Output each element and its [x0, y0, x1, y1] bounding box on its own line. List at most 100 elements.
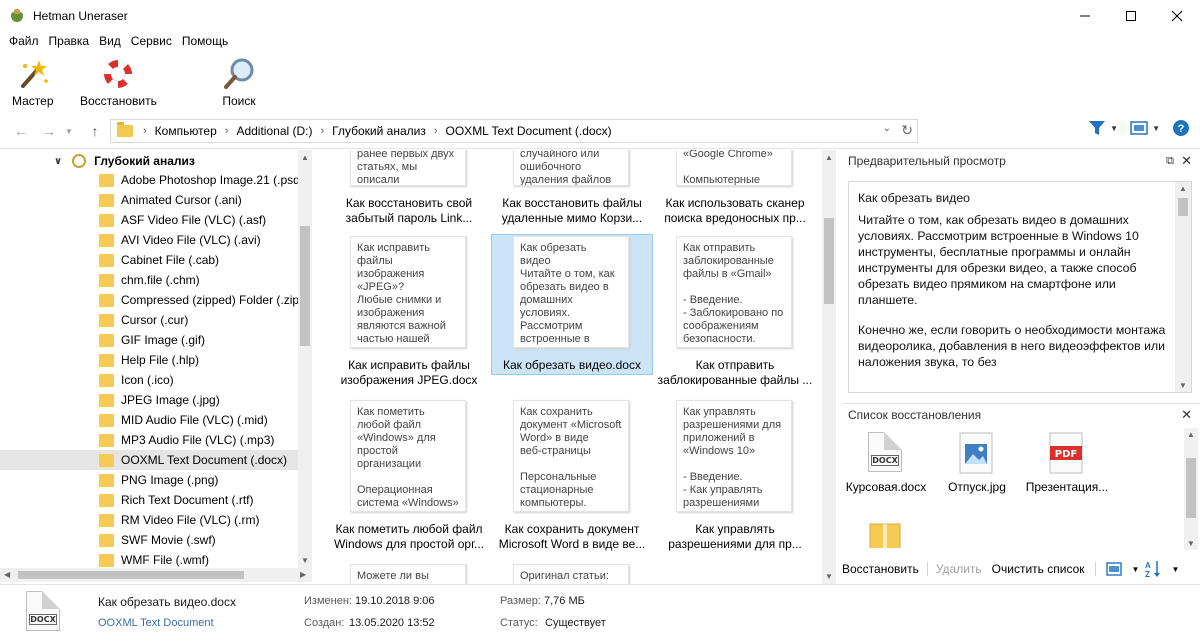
undock-icon[interactable]: ⧉ — [1166, 155, 1174, 168]
chevron-down-icon[interactable]: ∨ — [54, 156, 62, 167]
scroll-up-icon[interactable]: ▲ — [301, 153, 309, 162]
file-grid: ранее первых двух статьях, мы описали во… — [314, 150, 822, 584]
scroll-down-icon[interactable]: ▼ — [1179, 381, 1187, 390]
sort-dropdown-icon[interactable]: ▼ — [1171, 565, 1179, 574]
tree-item[interactable]: Icon (.ico) — [0, 370, 298, 390]
scroll-up-icon[interactable]: ▲ — [825, 153, 833, 162]
tree-item[interactable]: PNG Image (.png) — [0, 470, 298, 490]
created-value: 13.05.2020 13:52 — [349, 617, 435, 629]
recovery-item[interactable]: PDF Презентация... — [1019, 432, 1115, 494]
preview-pane[interactable]: Как обрезать видео Читайте о том, как об… — [848, 181, 1192, 393]
breadcrumb-drive[interactable]: Additional (D:) — [236, 124, 312, 138]
wizard-button[interactable]: Мастер — [12, 56, 54, 108]
view-dropdown-icon[interactable]: ▼ — [1152, 124, 1160, 133]
refresh-icon[interactable]: ↻ — [901, 122, 913, 139]
history-dropdown-icon[interactable]: ▼ — [60, 122, 78, 140]
view-dropdown-icon[interactable]: ▼ — [1132, 565, 1140, 574]
tree-item[interactable]: Adobe Photoshop Image.21 (.psd) — [0, 170, 298, 190]
view-mode-icon[interactable] — [1105, 562, 1122, 576]
recovery-item[interactable] — [838, 520, 934, 548]
search-button[interactable]: Поиск — [221, 56, 257, 108]
menu-edit[interactable]: Правка — [44, 31, 95, 51]
tree-item[interactable]: JPEG Image (.jpg) — [0, 390, 298, 410]
tree-item[interactable]: Cabinet File (.cab) — [0, 250, 298, 270]
chevron-right-icon: › — [320, 125, 325, 137]
breadcrumb-docx[interactable]: OOXML Text Document (.docx) — [446, 124, 612, 138]
document-thumbnail: Как управлять разрешениями для приложени… — [676, 400, 792, 512]
scroll-down-icon[interactable]: ▼ — [301, 556, 309, 565]
tree-item[interactable]: Animated Cursor (.ani) — [0, 190, 298, 210]
tree-item[interactable]: GIF Image (.gif) — [0, 330, 298, 350]
recovery-clear-button[interactable]: Очистить список — [992, 562, 1085, 576]
scroll-up-icon[interactable]: ▲ — [1179, 184, 1187, 193]
help-icon[interactable]: ? — [1172, 119, 1190, 137]
scrollbar-thumb[interactable] — [300, 226, 310, 346]
document-thumbnail: Как отправить заблокированные файлы в «G… — [676, 236, 792, 348]
address-bar[interactable]: › Компьютер › Additional (D:) › Глубокий… — [110, 119, 918, 143]
folder-icon — [99, 313, 114, 327]
folder-icon — [99, 253, 114, 267]
recovery-restore-button[interactable]: Восстановить — [842, 562, 919, 576]
tree-root-deep-analysis[interactable]: ∨ Глубокий анализ — [54, 152, 195, 170]
minimize-button[interactable] — [1062, 0, 1108, 31]
app-logo-icon — [9, 8, 25, 24]
tree-item[interactable]: Compressed (zipped) Folder (.zip) — [0, 290, 298, 310]
scrollbar-thumb[interactable] — [824, 218, 834, 304]
recovery-scrollbar[interactable]: ▲ ▼ — [1184, 428, 1198, 550]
view-mode-icon[interactable] — [1130, 120, 1148, 136]
scroll-right-icon[interactable]: ▶ — [300, 570, 306, 579]
maximize-button[interactable] — [1108, 0, 1154, 31]
tree-item[interactable]: MP3 Audio File (VLC) (.mp3) — [0, 430, 298, 450]
forward-arrow-icon[interactable]: → — [40, 122, 58, 140]
tree-item[interactable]: OOXML Text Document (.docx) — [0, 450, 298, 470]
divider — [0, 148, 1200, 149]
filter-icon[interactable] — [1088, 120, 1106, 136]
breadcrumb-computer[interactable]: Компьютер — [155, 124, 217, 138]
recovery-delete-button[interactable]: Удалить — [936, 562, 982, 576]
close-recovery-icon[interactable]: ✕ — [1181, 407, 1192, 423]
sort-icon[interactable]: AZ — [1145, 560, 1161, 578]
filter-dropdown-icon[interactable]: ▼ — [1110, 124, 1118, 133]
tree-item-label: SWF Movie (.swf) — [121, 533, 216, 547]
menu-view[interactable]: Вид — [94, 31, 126, 51]
scroll-up-icon[interactable]: ▲ — [1187, 430, 1195, 439]
tree-item-label: AVI Video File (VLC) (.avi) — [121, 233, 261, 247]
grid-vertical-scrollbar[interactable]: ▲ ▼ — [822, 150, 836, 584]
close-preview-icon[interactable]: ✕ — [1181, 153, 1192, 169]
tree-item[interactable]: RM Video File (VLC) (.rm) — [0, 510, 298, 530]
breadcrumb-deep-analysis[interactable]: Глубокий анализ — [332, 124, 426, 138]
close-button[interactable] — [1154, 0, 1200, 31]
tree-item[interactable]: Rich Text Document (.rtf) — [0, 490, 298, 510]
tree-item[interactable]: AVI Video File (VLC) (.avi) — [0, 230, 298, 250]
scrollbar-thumb[interactable] — [1178, 198, 1188, 216]
up-arrow-icon[interactable]: ↑ — [86, 122, 104, 140]
menu-help[interactable]: Помощь — [177, 31, 233, 51]
tree-item[interactable]: MID Audio File (VLC) (.mid) — [0, 410, 298, 430]
preview-scrollbar[interactable]: ▲ ▼ — [1175, 182, 1191, 392]
scroll-down-icon[interactable]: ▼ — [825, 572, 833, 581]
back-arrow-icon[interactable]: ← — [12, 122, 30, 140]
tree-item[interactable]: ASF Video File (VLC) (.asf) — [0, 210, 298, 230]
tree-horizontal-scrollbar[interactable]: ◀ ▶ — [0, 568, 312, 582]
tree-item[interactable]: WMF File (.wmf) — [0, 550, 298, 568]
scrollbar-thumb[interactable] — [18, 571, 244, 579]
menu-file[interactable]: Файл — [4, 31, 44, 51]
menu-service[interactable]: Сервис — [126, 31, 177, 51]
recovery-list-title: Список восстановления — [848, 407, 982, 422]
tree-item[interactable]: chm.file (.chm) — [0, 270, 298, 290]
tree-item[interactable]: SWF Movie (.swf) — [0, 530, 298, 550]
recovery-item[interactable]: Отпуск.jpg — [929, 432, 1025, 494]
toolbar-separator — [1094, 562, 1096, 576]
scroll-left-icon[interactable]: ◀ — [4, 570, 10, 579]
recovery-item[interactable]: DOCX Курсовая.docx — [838, 432, 934, 494]
tree-item[interactable]: Cursor (.cur) — [0, 310, 298, 330]
address-dropdown-icon[interactable]: ⌄ — [883, 123, 891, 134]
scroll-down-icon[interactable]: ▼ — [1187, 539, 1195, 548]
file-tile-caption: Как отправить заблокированные файлы ... — [657, 358, 813, 387]
file-tile-caption: Как использовать сканер поиска вредоносн… — [664, 196, 806, 225]
restore-button[interactable]: Восстановить — [80, 56, 157, 108]
scrollbar-thumb[interactable] — [1186, 458, 1196, 518]
folder-icon — [99, 513, 114, 527]
tree-vertical-scrollbar[interactable]: ▲ ▼ — [298, 150, 312, 568]
tree-item[interactable]: Help File (.hlp) — [0, 350, 298, 370]
